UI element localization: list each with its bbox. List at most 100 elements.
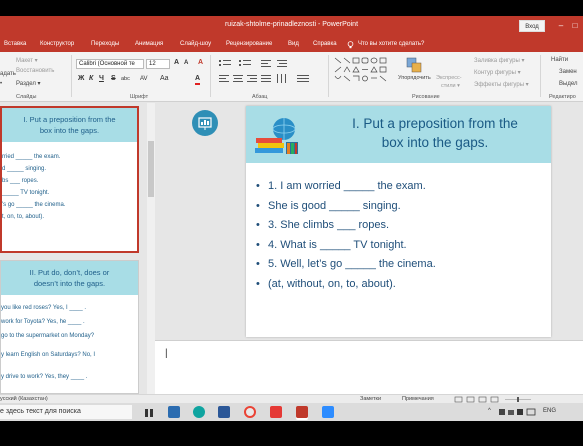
bullet-icon: • <box>256 238 260 251</box>
tray-chevron-icon[interactable]: ^ <box>488 408 491 414</box>
strikethrough-button[interactable]: S <box>111 75 116 82</box>
bullet-item: • 1. I am worried _____ the exam. <box>256 177 436 197</box>
taskbar-search-box[interactable]: е здесь текст для поиска <box>0 405 132 419</box>
char-spacing-button[interactable]: AV <box>140 76 148 82</box>
font-name-combo[interactable]: Calibri (Основной те <box>76 59 144 69</box>
tab-help[interactable]: Справка <box>313 41 337 47</box>
bullet-text: 5. Well, let’s go _____ the cinema. <box>268 258 436 271</box>
select-button[interactable]: Выдел <box>559 81 577 87</box>
current-slide[interactable]: I. Put a preposition from the box into t… <box>246 106 551 337</box>
shape-effects-button[interactable]: Эффекты фигуры ▾ <box>474 81 529 88</box>
thumbnail-scrollbar[interactable] <box>147 103 155 394</box>
tab-design[interactable]: Конструктор <box>40 41 74 47</box>
thumbnail-text-line: rried _____ the exam. <box>2 154 61 160</box>
arrange-button[interactable]: Упорядочить <box>398 75 431 81</box>
powerpoint-window: ruizak-shtolme-prinadleznosti - PowerPoi… <box>0 0 583 446</box>
editing-group-label: Редактиро <box>549 94 576 100</box>
slide-thumbnails-pane: I. Put a preposition from the box into t… <box>0 103 146 394</box>
shadow-button[interactable]: abc <box>121 76 130 82</box>
books-icon <box>255 118 298 154</box>
ribbon-tabs: Вставка Конструктор Переходы Анимация Сл… <box>0 38 583 52</box>
thumbnail-text-line: go to the supermarket on Monday? <box>1 333 95 339</box>
shrink-font-button[interactable]: A <box>184 60 188 66</box>
ribbon-separator <box>540 55 541 97</box>
replace-button[interactable]: Замен <box>559 69 577 75</box>
minimize-button[interactable]: – <box>556 20 566 32</box>
scrollbar-thumb[interactable] <box>148 141 154 197</box>
shapes-gallery-icon[interactable] <box>333 56 389 90</box>
bullet-icon: • <box>256 219 260 232</box>
speaker-notes-pane[interactable]: | <box>155 340 583 394</box>
tab-review[interactable]: Рецензирование <box>226 41 272 47</box>
change-case-button[interactable]: Aa <box>160 75 169 82</box>
shape-fill-button[interactable]: Заливка фигуры ▾ <box>474 57 525 64</box>
underline-button[interactable]: Ч <box>99 75 104 82</box>
tell-me-search[interactable]: Что вы хотите сделать? <box>358 41 424 47</box>
tray-icons[interactable] <box>498 407 538 417</box>
bullet-icon: • <box>256 277 260 290</box>
tab-view[interactable]: Вид <box>288 41 299 47</box>
tab-slideshow[interactable]: Слайд-шоу <box>180 41 211 47</box>
task-view-icon[interactable] <box>143 406 155 418</box>
font-size-combo[interactable]: 12 <box>146 59 170 69</box>
letterbox-bottom <box>0 421 583 446</box>
layout-button[interactable]: Макет ▾ <box>16 57 38 64</box>
edge-browser-icon[interactable] <box>193 406 205 418</box>
window-title: ruizak-shtolme-prinadleznosti - PowerPoi… <box>224 21 359 28</box>
thumbnail-title-line: I. Put a preposition from the <box>23 115 116 124</box>
bullet-item: • (at, without, on, to, about). <box>256 275 436 295</box>
zoom-icon[interactable] <box>322 406 334 418</box>
grow-font-button[interactable]: A <box>174 59 179 66</box>
mail-icon[interactable] <box>168 406 180 418</box>
bullet-text: 4. What is _____ TV tonight. <box>268 238 407 251</box>
comments-button[interactable]: Примечания <box>402 396 434 402</box>
paragraph-group-label: Абзац <box>252 94 268 100</box>
italic-button[interactable]: К <box>89 75 93 82</box>
thumbnail-text-line: bs ___ ropes. <box>2 178 39 184</box>
thumbnail-text-line: d _____ singing. <box>2 166 47 172</box>
ribbon-separator <box>210 55 211 97</box>
thumbnail-text-line: you like red roses? Yes, I ____ . <box>1 305 87 311</box>
design-ideas-icon[interactable] <box>192 110 218 136</box>
reset-button[interactable]: Восстановить <box>16 68 54 74</box>
thumbnail-text-line: y drive to work? Yes, they ____ . <box>1 374 88 380</box>
font-group-label: Шрифт <box>130 94 149 100</box>
bullet-text: 1. I am worried _____ the exam. <box>268 180 426 192</box>
bullet-text: She is good _____ singing. <box>268 199 401 212</box>
thumbnail-text-line: y learn English on Saturdays? No, I <box>1 352 96 358</box>
thumbnail-text-line: work for Toyota? Yes, he ____ . <box>1 319 85 325</box>
bold-button[interactable]: Ж <box>78 75 84 82</box>
word-icon[interactable] <box>218 406 230 418</box>
clear-format-button[interactable]: A <box>198 59 203 66</box>
slide-thumbnail-2[interactable]: II. Put do, don’t, does or doesn’t into … <box>0 260 139 394</box>
tab-insert[interactable]: Вставка <box>4 41 26 47</box>
slides-group-label: Слайды <box>16 94 37 100</box>
quick-styles-button[interactable]: Экспресс- <box>436 75 462 81</box>
bullet-text: (at, without, on, to, about). <box>268 277 396 290</box>
language-indicator[interactable]: усский (Казахстан) <box>0 396 48 402</box>
bullet-icon: • <box>256 180 260 192</box>
ribbon-clip-dot: • <box>0 81 3 87</box>
maximize-button[interactable]: □ <box>570 20 580 32</box>
bullet-item: • 4. What is _____ TV tonight. <box>256 236 436 256</box>
tab-animations[interactable]: Анимация <box>135 41 163 47</box>
font-color-button[interactable]: A <box>195 75 201 85</box>
tab-transitions[interactable]: Переходы <box>91 41 119 47</box>
powerpoint-icon[interactable] <box>296 406 308 418</box>
status-bar: усский (Казахстан) Заметки Примечания <box>0 394 583 403</box>
yandex-icon[interactable] <box>270 406 282 418</box>
view-buttons-icon[interactable] <box>453 396 533 403</box>
sign-in-button[interactable]: Вход <box>519 20 545 32</box>
bullet-icon: • <box>256 258 260 271</box>
find-button[interactable]: Найти <box>551 57 568 63</box>
notes-button[interactable]: Заметки <box>360 396 381 402</box>
section-button[interactable]: Раздел ▾ <box>16 80 41 87</box>
thumbnail-title-line: box into the gaps. <box>39 126 100 135</box>
language-indicator-tray[interactable]: ENG <box>543 408 556 414</box>
ribbon-separator <box>328 55 329 97</box>
slide-thumbnail-1[interactable]: I. Put a preposition from the box into t… <box>0 106 139 253</box>
chrome-icon[interactable] <box>244 406 256 418</box>
quick-styles-button-2[interactable]: стили ▾ <box>441 83 460 89</box>
shape-outline-button[interactable]: Контур фигуры ▾ <box>474 69 521 76</box>
bullet-icon: • <box>256 199 260 212</box>
